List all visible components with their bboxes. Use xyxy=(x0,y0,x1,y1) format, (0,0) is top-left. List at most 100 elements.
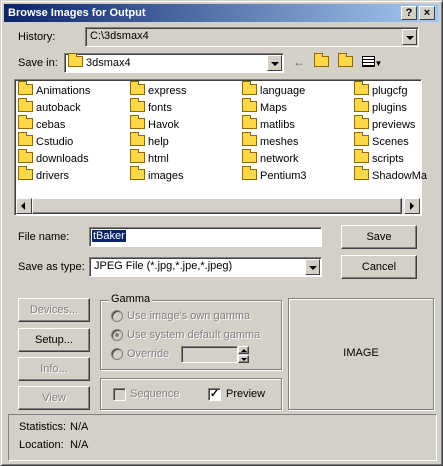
save-as-type-dropdown-button[interactable] xyxy=(305,259,320,275)
file-list-item-label: html xyxy=(148,153,169,165)
file-name-label-text: File name: xyxy=(18,231,70,243)
location-label: Location: xyxy=(19,439,64,451)
list-view-shape xyxy=(361,56,375,67)
save-button[interactable]: Save xyxy=(341,225,417,249)
folder-icon xyxy=(354,115,369,129)
folder-icon xyxy=(68,53,83,67)
file-list[interactable]: Animations autoback cebas Cstudio downloads d… xyxy=(14,79,427,216)
file-list-item[interactable]: ShadowMa xyxy=(354,166,428,184)
history-dropdown-button[interactable] xyxy=(402,29,417,45)
preview-label: Preview xyxy=(226,388,266,400)
browse-images-dialog: Browse Images for Output ? × History: C:… xyxy=(0,0,443,466)
file-name-label: File name: xyxy=(18,231,69,243)
file-list-item-label: help xyxy=(148,136,169,148)
file-list-item[interactable]: plugcfg xyxy=(354,81,407,99)
file-list-item-label: cebas xyxy=(36,119,66,131)
file-list-item-label: plugins xyxy=(372,102,407,114)
file-list-item[interactable]: scripts xyxy=(354,149,404,167)
up-folder-icon[interactable] xyxy=(311,53,331,71)
folder-icon xyxy=(130,98,145,112)
file-list-item-label: drivers xyxy=(36,170,70,182)
sequence-checkbox[interactable] xyxy=(113,388,126,401)
save-as-type-value: JPEG File (*.jpg,*.jpe,*.jpeg) xyxy=(94,260,233,272)
history-value: C:\3dsmax4 xyxy=(90,30,149,42)
scroll-right-arrow-icon[interactable] xyxy=(404,198,420,214)
file-name-field[interactable]: tBaker xyxy=(89,227,322,247)
cancel-button[interactable]: Cancel xyxy=(341,255,417,279)
file-list-item[interactable]: images xyxy=(130,166,183,184)
file-list-item-label: autoback xyxy=(36,102,81,114)
save-in-value: 3dsmax4 xyxy=(86,57,131,69)
file-list-item[interactable]: autoback xyxy=(18,98,81,116)
dialog-title: Browse Images for Output xyxy=(8,7,146,19)
file-list-item[interactable]: meshes xyxy=(242,132,299,150)
file-list-item-label: language xyxy=(260,85,306,97)
file-list-item[interactable]: drivers xyxy=(18,166,70,184)
gamma-override-radio[interactable] xyxy=(111,348,123,360)
file-list-item[interactable]: matlibs xyxy=(242,115,295,133)
folder-icon xyxy=(18,166,33,180)
up-folder-shape xyxy=(313,53,329,67)
file-list-item[interactable]: express xyxy=(130,81,187,99)
info-button[interactable]: Info... xyxy=(18,357,90,381)
file-list-item[interactable]: previews xyxy=(354,115,415,133)
file-list-item[interactable]: fonts xyxy=(130,98,172,116)
folder-icon xyxy=(242,81,257,95)
gamma-title: Gamma xyxy=(109,293,153,305)
save-in-dropdown-button[interactable] xyxy=(267,55,282,71)
folder-icon xyxy=(18,115,33,129)
statistics-label: Statistics: xyxy=(19,421,67,433)
file-list-item-label: Pentium3 xyxy=(260,170,307,182)
new-folder-shape xyxy=(337,53,353,67)
file-list-item[interactable]: Maps xyxy=(242,98,287,116)
file-list-item[interactable]: language xyxy=(242,81,306,99)
close-button[interactable]: × xyxy=(419,6,435,20)
spinner-down-icon[interactable] xyxy=(238,355,249,363)
folder-icon xyxy=(130,149,145,163)
devices-button[interactable]: Devices... xyxy=(18,298,90,322)
file-list-item-label: downloads xyxy=(36,153,89,165)
folder-icon xyxy=(130,132,145,146)
save-button-label: Save xyxy=(366,231,392,243)
gamma-own-radio[interactable] xyxy=(111,310,123,322)
file-list-item[interactable]: downloads xyxy=(18,149,89,167)
file-list-item-label: fonts xyxy=(148,102,172,114)
file-list-item[interactable]: Scenes xyxy=(354,132,409,150)
spinner-up-icon[interactable] xyxy=(238,346,249,354)
folder-icon xyxy=(130,166,145,180)
gamma-own-label: Use image's own gamma xyxy=(127,310,251,322)
sequence-label: Sequence xyxy=(130,388,180,400)
view-menu-icon[interactable]: ▼ xyxy=(359,53,385,71)
new-folder-icon[interactable] xyxy=(335,53,355,71)
file-list-item[interactable]: html xyxy=(130,149,169,167)
statistics-value: N/A xyxy=(70,421,89,433)
gamma-override-field[interactable] xyxy=(181,346,238,363)
view-button[interactable]: View xyxy=(18,386,90,410)
file-list-item-label: express xyxy=(148,85,187,97)
save-as-type-combo[interactable]: JPEG File (*.jpg,*.jpe,*.jpeg) xyxy=(89,257,322,277)
gamma-default-radio[interactable] xyxy=(111,329,123,341)
file-list-item[interactable]: help xyxy=(130,132,169,150)
file-list-item[interactable]: network xyxy=(242,149,299,167)
help-button[interactable]: ? xyxy=(401,6,417,20)
folder-icon xyxy=(130,81,145,95)
setup-button[interactable]: Setup... xyxy=(18,328,90,352)
file-list-item[interactable]: Havok xyxy=(130,115,179,133)
scroll-thumb[interactable] xyxy=(32,198,402,214)
history-combo[interactable]: C:\3dsmax4 xyxy=(85,27,419,47)
file-list-item[interactable]: Animations xyxy=(18,81,90,99)
save-in-combo[interactable]: 3dsmax4 xyxy=(64,53,284,73)
preview-checkbox[interactable]: ✓ xyxy=(208,388,221,401)
scroll-left-arrow-icon[interactable] xyxy=(16,198,32,214)
folder-icon xyxy=(18,98,33,112)
horizontal-scrollbar[interactable] xyxy=(16,198,420,214)
file-list-item-label: ShadowMa xyxy=(372,170,428,182)
file-list-item[interactable]: cebas xyxy=(18,115,66,133)
gamma-spinner[interactable] xyxy=(238,346,249,363)
folder-icon xyxy=(242,98,257,112)
file-list-item[interactable]: Cstudio xyxy=(18,132,73,150)
file-list-item-label: network xyxy=(260,153,299,165)
file-list-item[interactable]: Pentium3 xyxy=(242,166,307,184)
file-list-item[interactable]: plugins xyxy=(354,98,407,116)
back-arrow-icon[interactable]: ← xyxy=(289,53,309,71)
